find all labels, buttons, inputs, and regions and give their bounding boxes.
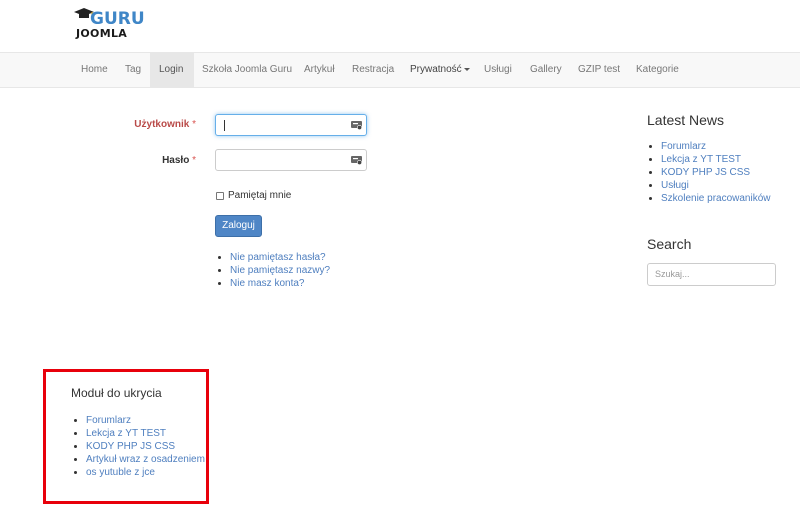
list-item: Forumlarz [661,140,771,153]
username-label: Użytkownik * [134,119,196,130]
news-link[interactable]: Szkolenie pracowaników [661,193,771,204]
chevron-down-icon [463,67,470,71]
password-manager-icon[interactable] [351,120,362,130]
nav-item-gallery[interactable]: Gallery [522,53,570,87]
nav-item-home[interactable]: Home [70,53,119,87]
module-link[interactable]: Forumlarz [86,415,131,426]
username-label-text: Użytkownik [134,119,190,130]
module-link[interactable]: os yutuble z jce [86,467,155,478]
list-item: os yutuble z jce [86,466,205,479]
list-item: Szkolenie pracowaników [661,192,771,205]
nav-item-uslugi[interactable]: Usługi [476,53,520,87]
news-link[interactable]: Lekcja z YT TEST [661,154,741,165]
nav-item-artykul[interactable]: Artykuł [295,53,344,87]
nav-item-tag[interactable]: Tag [114,53,152,87]
nav-item-szkola-joomla-guru[interactable]: Szkoła Joomla Guru [194,53,300,87]
forgot-password-link[interactable]: Nie pamiętasz hasła? [230,252,326,263]
password-manager-icon[interactable] [351,155,362,165]
list-item: KODY PHP JS CSS [661,166,771,179]
password-input[interactable] [215,149,367,171]
search-title: Search [647,236,692,252]
list-item: Usługi [661,179,771,192]
username-input[interactable] [215,114,367,136]
list-item: Forumlarz [86,414,205,427]
list-item: Nie pamiętasz hasła? [230,251,330,264]
list-item: Lekcja z YT TEST [86,427,205,440]
nav-item-prywatnosc-label: Prywatność [410,64,462,75]
module-link[interactable]: Artykuł wraz z osadzeniem [86,454,205,465]
list-item: Nie pamiętasz nazwy? [230,264,330,277]
module-link[interactable]: Lekcja z YT TEST [86,428,166,439]
news-link[interactable]: Forumlarz [661,141,706,152]
password-label: Hasło * [162,155,196,166]
module-link[interactable]: KODY PHP JS CSS [86,441,175,452]
list-item: Nie masz konta? [230,277,330,290]
required-marker: * [192,119,196,130]
remember-me-checkbox[interactable] [216,192,224,200]
register-link[interactable]: Nie masz konta? [230,278,304,289]
logo-text-guru: GURU [90,9,145,29]
main-navbar: Home Tag Login Szkoła Joomla Guru Artyku… [0,52,800,88]
news-link[interactable]: Usługi [661,180,689,191]
text-cursor [224,120,225,131]
logo-text-joomla: JOOMLA [76,27,128,40]
list-item: Lekcja z YT TEST [661,153,771,166]
nav-item-gzip-test[interactable]: GZIP test [570,53,628,87]
news-link[interactable]: KODY PHP JS CSS [661,167,750,178]
password-label-text: Hasło [162,155,190,166]
nav-item-kategorie[interactable]: Kategorie [628,53,687,87]
nav-item-prywatnosc[interactable]: Prywatność [402,53,478,87]
nav-item-login[interactable]: Login [150,53,194,87]
forgot-username-link[interactable]: Nie pamiętasz nazwy? [230,265,330,276]
hidden-module-list: Forumlarz Lekcja z YT TEST KODY PHP JS C… [72,414,205,479]
latest-news-title: Latest News [647,112,725,128]
list-item: Artykuł wraz z osadzeniem [86,453,205,466]
nav-item-restracja[interactable]: Restracja [343,53,403,87]
required-marker: * [192,155,196,166]
module-title: Moduł do ukrycia [71,386,162,400]
remember-me-label[interactable]: Pamiętaj mnie [228,190,291,201]
search-input[interactable]: Szukaj... [647,263,776,286]
site-logo[interactable]: GURU JOOMLA [74,8,145,40]
login-submit-button[interactable]: Zaloguj [215,215,262,237]
latest-news-list: Forumlarz Lekcja z YT TEST KODY PHP JS C… [647,140,771,205]
list-item: KODY PHP JS CSS [86,440,205,453]
login-help-links: Nie pamiętasz hasła? Nie pamiętasz nazwy… [216,251,330,290]
